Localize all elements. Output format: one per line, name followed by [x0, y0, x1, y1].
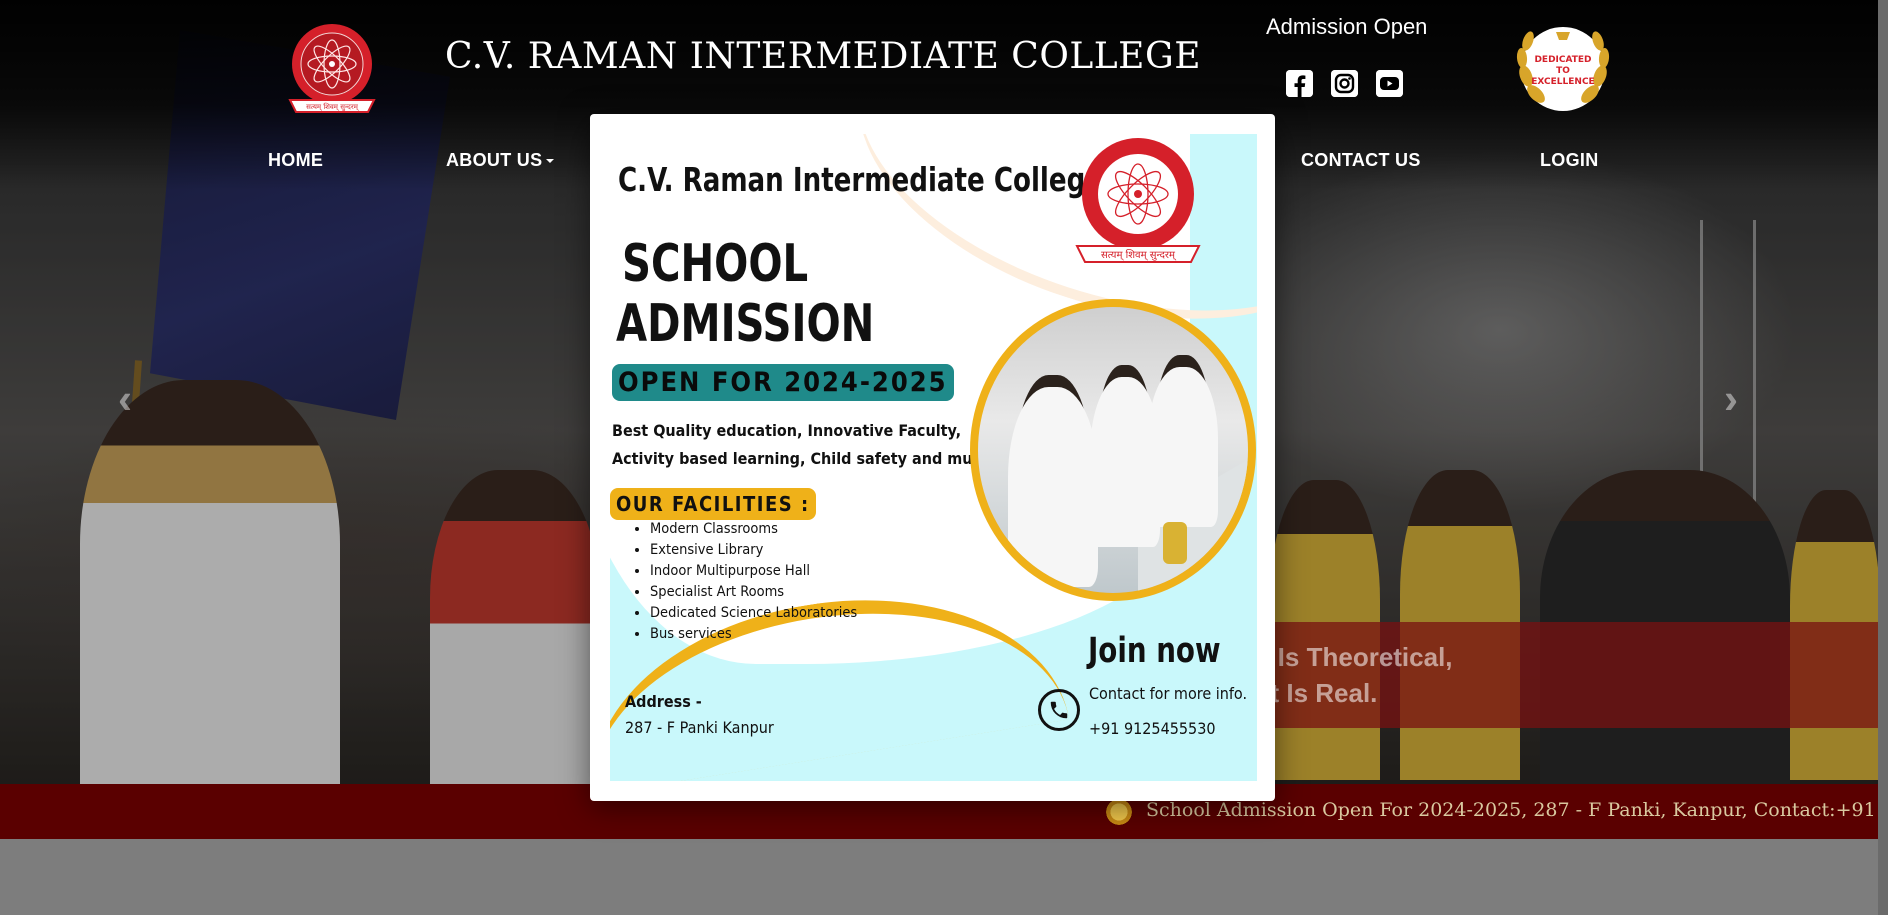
join-now-heading: Join now: [1088, 631, 1221, 671]
contact-info-text: Contact for more info.: [1089, 684, 1248, 703]
address-label: Address -: [625, 692, 702, 711]
students-lab-photo: [970, 299, 1256, 601]
facilities-heading: OUR FACILITIES :: [610, 488, 816, 520]
poster-heading-school: SCHOOL: [622, 234, 809, 294]
poster-heading-admission: ADMISSION: [616, 294, 875, 354]
admission-poster: C.V. Raman Intermediate College सत्यम् श…: [610, 134, 1257, 781]
phone-icon: [1038, 689, 1080, 731]
list-item: Bus services: [650, 624, 857, 645]
poster-title: C.V. Raman Intermediate College: [618, 160, 1104, 199]
open-for-badge: OPEN FOR 2024-2025: [612, 364, 954, 401]
phone-number: +91 9125455530: [1089, 719, 1216, 738]
address-text: 287 - F Panki Kanpur: [625, 718, 774, 737]
facilities-list: Modern Classrooms Extensive Library Indo…: [624, 519, 857, 645]
list-item: Extensive Library: [650, 540, 857, 561]
admission-popup-modal: C.V. Raman Intermediate College सत्यम् श…: [590, 114, 1275, 801]
svg-text:सत्यम् शिवम् सुन्दरम्: सत्यम् शिवम् सुन्दरम्: [1101, 249, 1177, 261]
list-item: Modern Classrooms: [650, 519, 857, 540]
poster-description-1: Best Quality education, Innovative Facul…: [612, 421, 962, 440]
list-item: Specialist Art Rooms: [650, 582, 857, 603]
list-item: Indoor Multipurpose Hall: [650, 561, 857, 582]
list-item: Dedicated Science Laboratories: [650, 603, 857, 624]
poster-college-logo: सत्यम् शिवम् सुन्दरम्: [1075, 138, 1201, 263]
